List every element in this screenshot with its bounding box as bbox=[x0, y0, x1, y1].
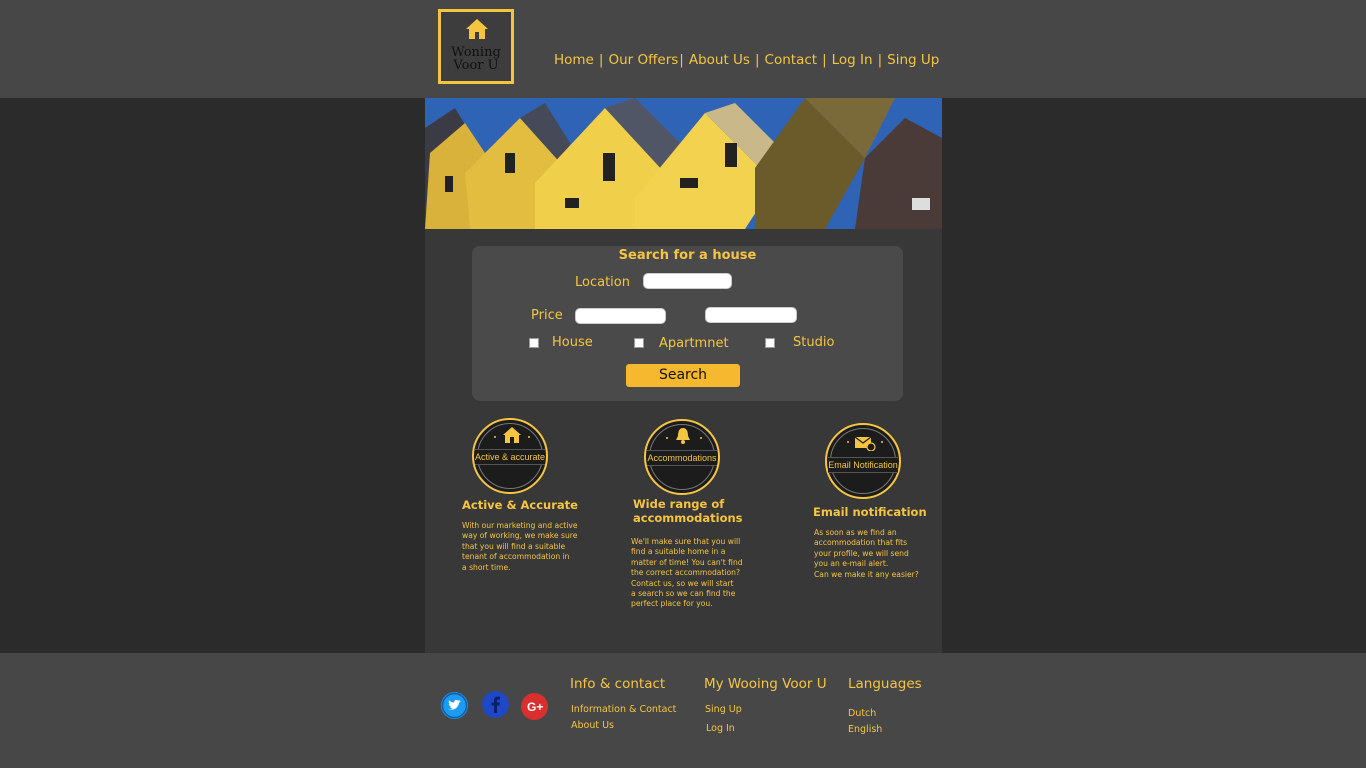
footer-link-about-us[interactable]: About Us bbox=[571, 720, 614, 731]
studio-checkbox[interactable] bbox=[765, 338, 775, 348]
search-title: Search for a house bbox=[618, 248, 757, 263]
studio-label: Studio bbox=[793, 335, 835, 350]
location-input[interactable] bbox=[643, 273, 732, 289]
price-min-input[interactable] bbox=[575, 308, 666, 324]
feature-title-line-1: Wide range of bbox=[633, 497, 725, 511]
twitter-icon[interactable] bbox=[441, 692, 468, 719]
footer-link-english[interactable]: English bbox=[848, 724, 882, 735]
bell-icon bbox=[676, 428, 690, 444]
nav-separator: | bbox=[877, 52, 883, 68]
logo-line-2: Voor U bbox=[453, 58, 499, 73]
footer-heading-languages: Languages bbox=[848, 676, 922, 692]
house-label: House bbox=[552, 335, 593, 350]
badge-accommodations: Accommodations bbox=[644, 419, 720, 495]
feature-text: We'll make sure that you will find a sui… bbox=[631, 537, 743, 609]
envelope-icon bbox=[854, 436, 876, 451]
house-icon bbox=[503, 427, 521, 443]
price-max-input[interactable] bbox=[705, 307, 797, 323]
badge-label: Email Notification bbox=[828, 457, 898, 473]
search-button[interactable]: Search bbox=[626, 364, 740, 387]
badge-label: Active & accurate bbox=[475, 449, 545, 465]
footer-link-log-in[interactable]: Log In bbox=[706, 723, 735, 734]
nav-sign-up[interactable]: Sing Up bbox=[887, 52, 939, 68]
location-label: Location bbox=[575, 275, 630, 290]
main-nav: Home | Our Offers| About Us | Contact | Log In |… bbox=[554, 52, 939, 68]
facebook-icon[interactable] bbox=[482, 691, 509, 718]
feature-text: As soon as we find an accommodation that… bbox=[814, 528, 919, 579]
hero-image bbox=[425, 98, 942, 229]
badge-active-accurate: Active & accurate bbox=[472, 418, 548, 494]
badge-email-notification: Email Notification bbox=[825, 423, 901, 499]
nav-contact[interactable]: Contact bbox=[765, 52, 818, 68]
feature-title: Email notification bbox=[813, 505, 927, 519]
house-icon bbox=[466, 19, 488, 39]
feature-text: With our marketing and active way of wor… bbox=[462, 521, 578, 572]
footer-heading-info-contact: Info & contact bbox=[570, 676, 666, 692]
house-checkbox[interactable] bbox=[529, 338, 539, 348]
feature-title: Active & Accurate bbox=[462, 498, 578, 512]
nav-separator: | bbox=[754, 52, 760, 68]
feature-title-line-2: accommodations bbox=[633, 511, 743, 525]
apartment-checkbox[interactable] bbox=[634, 338, 644, 348]
site-footer: G+ Info & contact Information & Contact … bbox=[0, 653, 1366, 768]
main-content: Search for a house Location Price House … bbox=[425, 98, 942, 653]
nav-home[interactable]: Home bbox=[554, 52, 594, 68]
nav-separator: | bbox=[598, 52, 604, 68]
nav-log-in[interactable]: Log In bbox=[832, 52, 873, 68]
google-plus-icon[interactable]: G+ bbox=[521, 693, 548, 720]
footer-heading-my-account: My Wooing Voor U bbox=[704, 676, 827, 692]
price-label: Price bbox=[531, 308, 563, 323]
logo-text: Woning Voor U bbox=[441, 46, 511, 72]
footer-link-information-contact[interactable]: Information & Contact bbox=[571, 704, 676, 715]
footer-link-sign-up[interactable]: Sing Up bbox=[705, 704, 742, 715]
badge-label: Accommodations bbox=[647, 450, 717, 466]
site-header: Woning Voor U Home | Our Offers| About Us | C… bbox=[0, 0, 1366, 98]
nav-separator: | bbox=[822, 52, 827, 68]
footer-link-dutch[interactable]: Dutch bbox=[848, 708, 876, 719]
logo[interactable]: Woning Voor U bbox=[438, 9, 514, 84]
svg-text:G+: G+ bbox=[527, 700, 543, 714]
nav-separator: | bbox=[679, 52, 684, 68]
apartment-label: Apartmnet bbox=[659, 336, 729, 351]
nav-about-us[interactable]: About Us bbox=[689, 52, 750, 68]
nav-our-offers[interactable]: Our Offers bbox=[608, 52, 678, 68]
search-panel: Search for a house Location Price House … bbox=[472, 246, 903, 401]
